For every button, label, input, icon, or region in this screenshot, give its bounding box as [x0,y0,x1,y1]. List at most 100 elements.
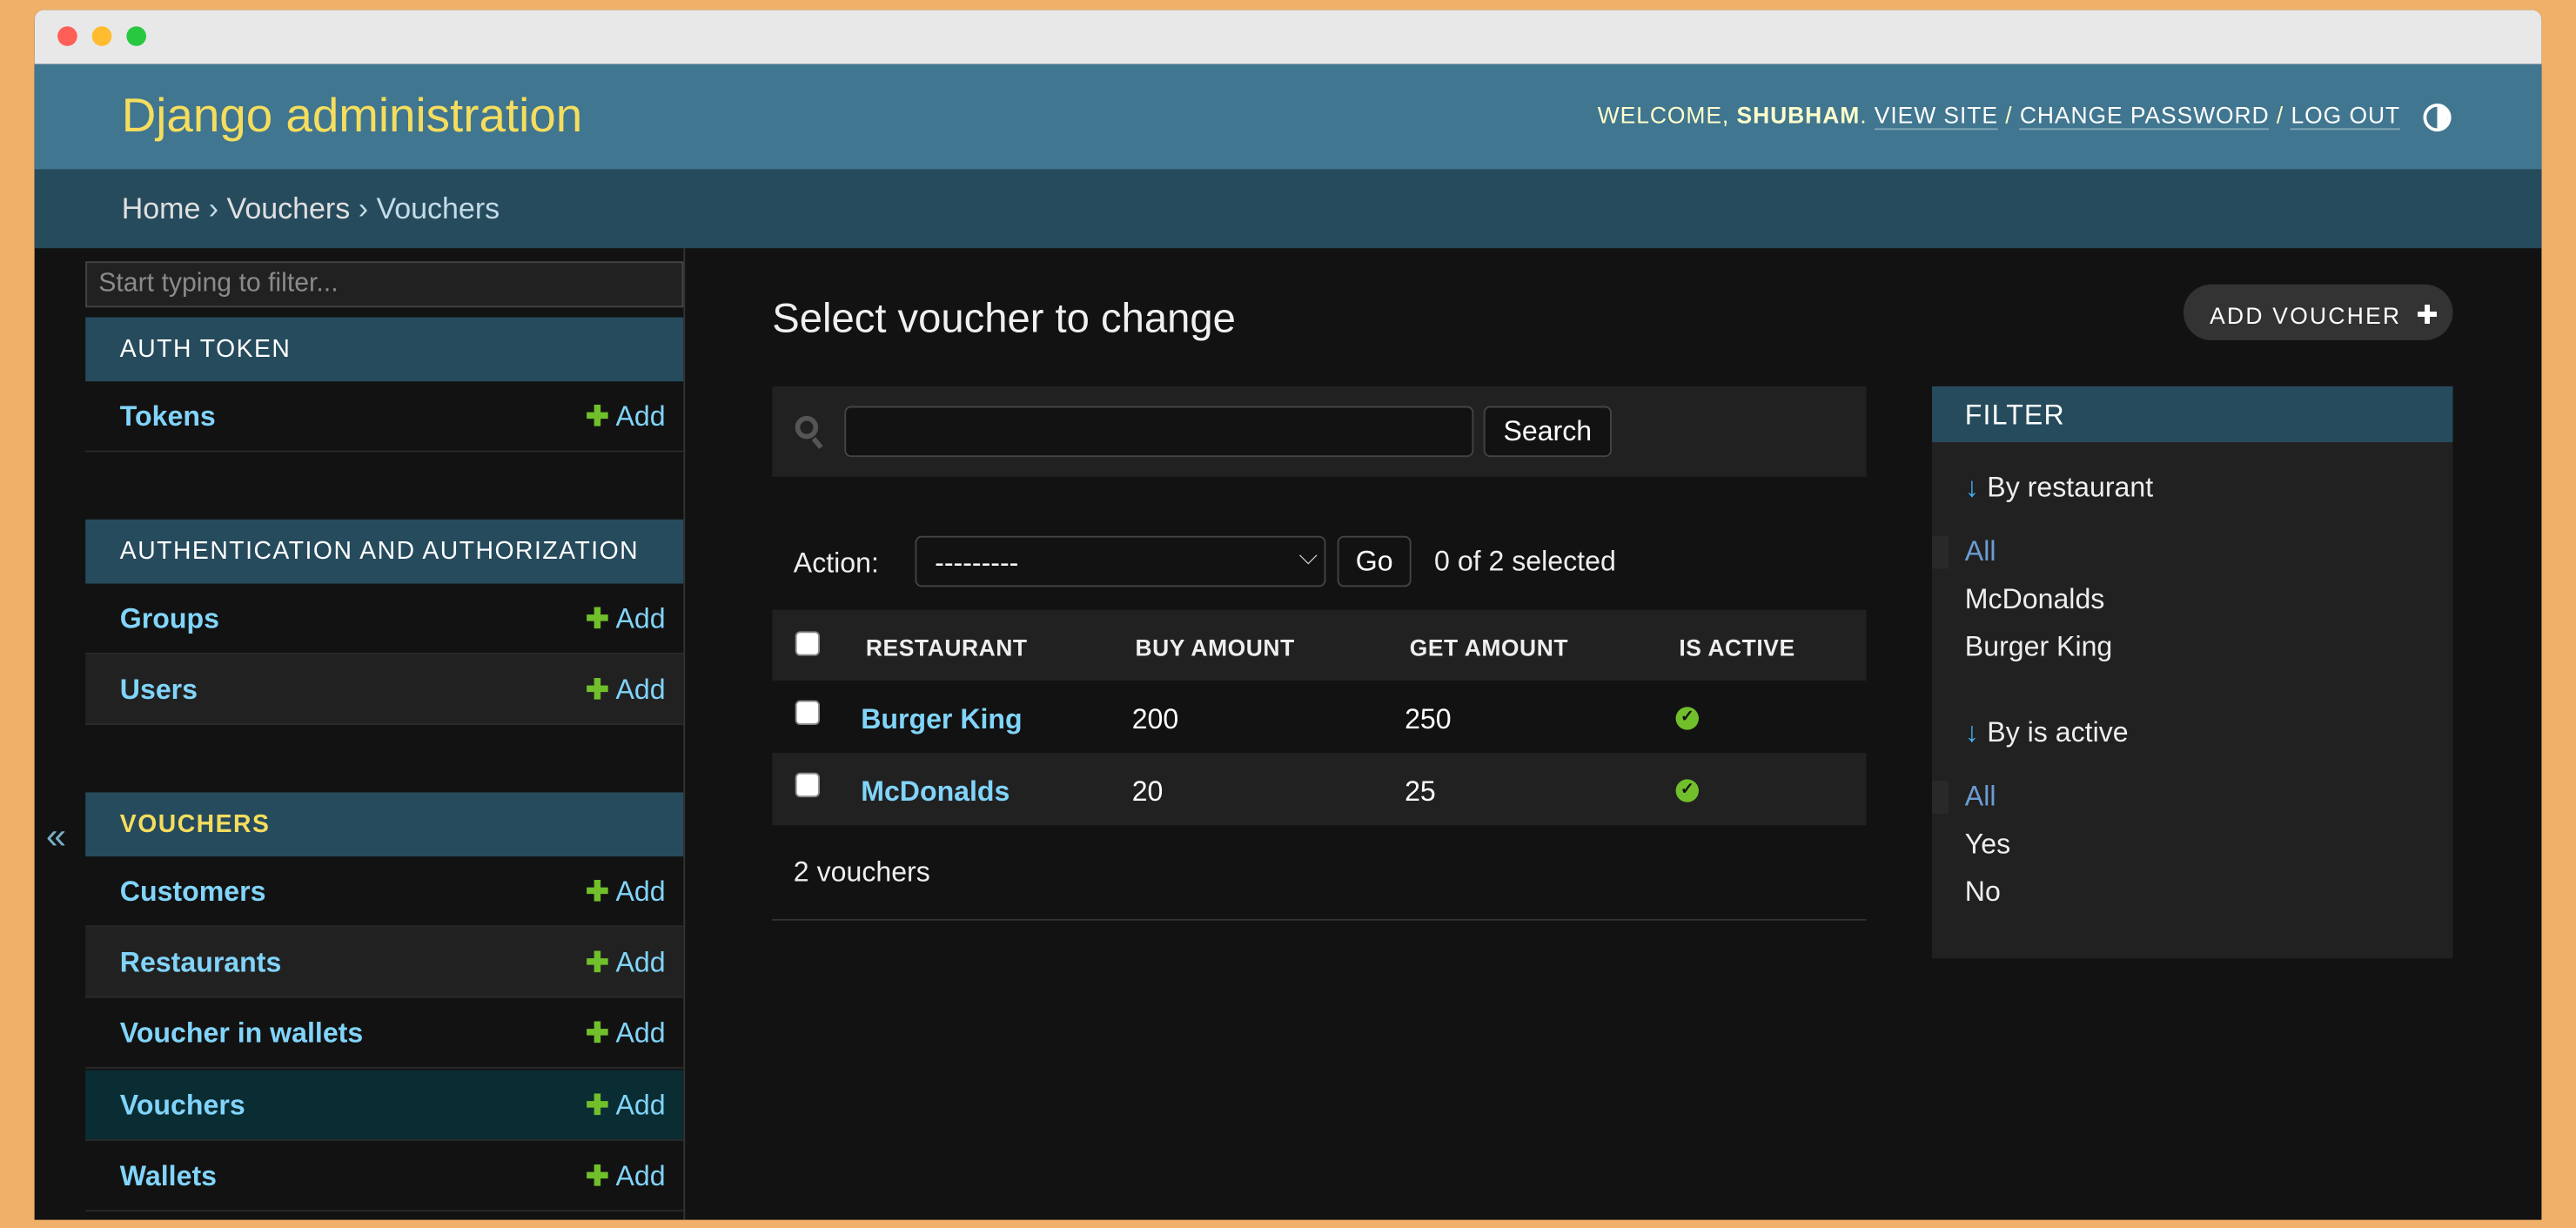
plus-icon: ✚ [586,603,609,635]
sidebar-item-vouchers[interactable]: Vouchers ✚ Add [85,1070,684,1141]
model-link[interactable]: Wallets [120,1161,217,1192]
breadcrumb-app[interactable]: Vouchers [227,192,351,225]
plus-icon: ✚ [586,876,609,908]
page-title: Select voucher to change [772,296,1236,342]
breadcrumb-current: Vouchers [376,192,500,225]
table-header: RESTAURANT BUY AMOUNT GET AMOUNT IS ACTI… [772,609,1867,681]
sidebar-item-users[interactable]: Users ✚ Add [85,654,684,726]
table-row: McDonalds 20 25 ✓ [772,753,1867,826]
welcome-text: WELCOME, [1597,102,1737,129]
add-link[interactable]: ✚ Add [586,876,666,909]
add-label: Add [615,400,666,433]
get-amount: 250 [1405,703,1452,735]
view-site-link[interactable]: VIEW SITE [1874,102,1998,131]
plus-icon: ✚ [586,400,609,433]
arrow-down-icon: ↓ [1964,472,1979,504]
column-header-buy-amount[interactable]: BUY AMOUNT [1135,634,1294,661]
add-label: Add [615,876,666,908]
model-link[interactable]: Tokens [120,401,216,433]
add-voucher-button[interactable]: ADD VOUCHER ✚ [2183,284,2453,341]
selection-counter: 0 of 2 selected [1434,546,1616,578]
breadcrumb: Home › Vouchers › Vouchers [34,169,2542,249]
breadcrumb-home[interactable]: Home [122,192,201,225]
get-amount: 25 [1405,775,1436,808]
theme-toggle-icon[interactable] [2423,104,2452,132]
sidebar-item-wallets[interactable]: Wallets ✚ Add [85,1141,684,1212]
sidebar-item-customers[interactable]: Customers ✚ Add [85,856,684,928]
search-button[interactable]: Search [1483,406,1612,458]
add-label: Add [615,603,666,635]
add-link[interactable]: ✚ Add [586,1017,666,1050]
column-header-is-active[interactable]: IS ACTIVE [1679,634,1794,661]
add-label: Add [615,674,666,706]
add-link[interactable]: ✚ Add [586,1161,666,1194]
user-tools: WELCOME, SHUBHAM. VIEW SITE / CHANGE PAS… [1597,102,2401,131]
minimize-window-button[interactable] [91,26,112,46]
change-password-link[interactable]: CHANGE PASSWORD [2019,102,2270,131]
add-link[interactable]: ✚ Add [586,603,666,636]
log-out-link[interactable]: LOG OUT [2291,102,2401,131]
add-link[interactable]: ✚ Add [586,947,666,980]
model-link[interactable]: Groups [120,603,219,634]
filter-option-no[interactable]: No [1965,876,2001,909]
model-link[interactable]: Vouchers [120,1090,245,1121]
select-all-checkbox[interactable] [795,631,821,656]
add-label: Add [615,1090,666,1122]
restaurant-link[interactable]: Burger King [861,703,1022,736]
selected-indicator [1932,781,1949,815]
row-checkbox[interactable] [795,772,821,798]
buy-amount: 200 [1131,703,1179,735]
table-row: Burger King 200 250 ✓ [772,681,1866,753]
column-header-get-amount[interactable]: GET AMOUNT [1410,634,1568,661]
model-link[interactable]: Restaurants [120,947,282,978]
plus-icon: ✚ [586,947,609,978]
add-link[interactable]: ✚ Add [586,401,666,434]
sidebar-item-voucher-in-wallets[interactable]: Voucher in wallets ✚ Add [85,998,684,1069]
site-brand[interactable]: Django administration [122,91,582,144]
filter-option-yes[interactable]: Yes [1965,829,2010,862]
filter-option-all[interactable]: All [1965,781,1996,814]
app-caption-vouchers[interactable]: VOUCHERS [85,792,684,857]
row-checkbox[interactable] [795,700,821,726]
maximize-window-button[interactable] [126,26,147,46]
actions-bar: Action: --------- Go 0 of 2 selected [772,535,1866,588]
sidebar-item-tokens[interactable]: Tokens ✚ Add [85,381,684,453]
action-select[interactable]: --------- [915,535,1326,587]
close-window-button[interactable] [57,26,77,46]
app-caption-auth[interactable]: AUTHENTICATION AND AUTHORIZATION [85,519,684,584]
add-link[interactable]: ✚ Add [586,674,666,707]
filter-option-burger-king[interactable]: Burger King [1965,631,2112,664]
add-link[interactable]: ✚ Add [586,1090,666,1123]
model-link[interactable]: Customers [120,876,266,908]
check-circle-icon: ✓ [1675,779,1699,802]
separator: / [1997,102,2020,129]
column-header-restaurant[interactable]: RESTAURANT [866,634,1028,661]
collapse-sidebar-button[interactable]: « [46,815,66,858]
filter-group-label: By restaurant [1987,472,2154,504]
filter-group-title[interactable]: ↓ By is active [1965,717,2129,750]
add-label: Add [615,1160,666,1192]
filter-title: FILTER [1932,386,2453,443]
filter-panel: FILTER ↓ By restaurant All McDonalds Burg… [1932,386,2453,959]
add-voucher-label: ADD VOUCHER [2210,302,2402,329]
search-input[interactable] [844,406,1474,458]
model-link[interactable]: Users [120,674,198,705]
sidebar-item-restaurants[interactable]: Restaurants ✚ Add [85,927,684,998]
restaurant-link[interactable]: McDonalds [861,776,1010,809]
filter-option-mcdonalds[interactable]: McDonalds [1965,584,2105,617]
model-link[interactable]: Voucher in wallets [120,1017,363,1049]
browser-window: Django administration WELCOME, SHUBHAM. … [34,10,2542,1220]
separator: › [350,192,377,225]
app-caption-auth-token[interactable]: AUTH TOKEN [85,317,684,382]
site-header: Django administration WELCOME, SHUBHAM. … [34,64,2542,170]
sidebar-filter-input[interactable] [85,261,684,308]
add-label: Add [615,1017,666,1050]
separator: / [2269,102,2291,129]
sidebar-item-groups[interactable]: Groups ✚ Add [85,584,684,654]
selected-indicator [1932,535,1949,569]
arrow-down-icon: ↓ [1964,716,1979,748]
filter-group-title[interactable]: ↓ By restaurant [1965,472,2153,505]
go-button[interactable]: Go [1337,535,1412,587]
filter-option-all[interactable]: All [1965,536,1996,569]
plus-icon: ✚ [586,1160,609,1192]
